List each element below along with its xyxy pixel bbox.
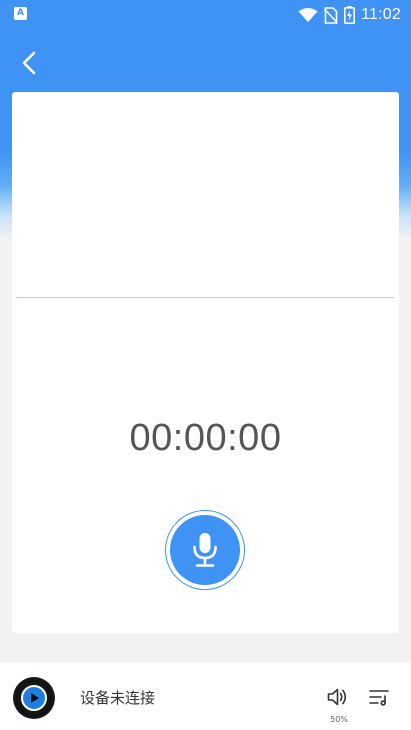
speaker-icon (327, 688, 347, 706)
volume-button[interactable] (325, 684, 351, 710)
recorder-card: 00:00:00 (12, 92, 399, 633)
record-button[interactable] (165, 510, 245, 590)
playlist-button[interactable] (366, 684, 392, 710)
device-status: 设备未连接 (80, 689, 156, 707)
no-sim-icon (324, 6, 339, 24)
status-icons: 11:02 (298, 5, 401, 25)
volume-level: 50% (330, 715, 348, 724)
play-icon (31, 693, 39, 703)
play-button-inner (21, 685, 47, 711)
status-bar: A 11:02 (0, 0, 411, 30)
battery-charging-icon (344, 6, 356, 24)
app-notification-letter: A (17, 8, 24, 18)
status-time: 11:02 (361, 6, 401, 23)
record-button-inner (170, 515, 240, 585)
record-timer: 00:00:00 (129, 417, 282, 459)
chevron-left-icon (22, 51, 36, 75)
back-button[interactable] (14, 48, 44, 78)
app-notification-icon: A (14, 7, 27, 20)
playlist-icon (369, 690, 389, 706)
player-bar: 设备未连接 50% (0, 663, 411, 730)
recorder-screen: A 11:02 00:00:00 设备未连接 50% (0, 0, 411, 730)
play-button[interactable] (13, 677, 55, 719)
wifi-icon (298, 8, 318, 22)
waveform-baseline (17, 297, 394, 298)
microphone-icon (193, 533, 217, 567)
